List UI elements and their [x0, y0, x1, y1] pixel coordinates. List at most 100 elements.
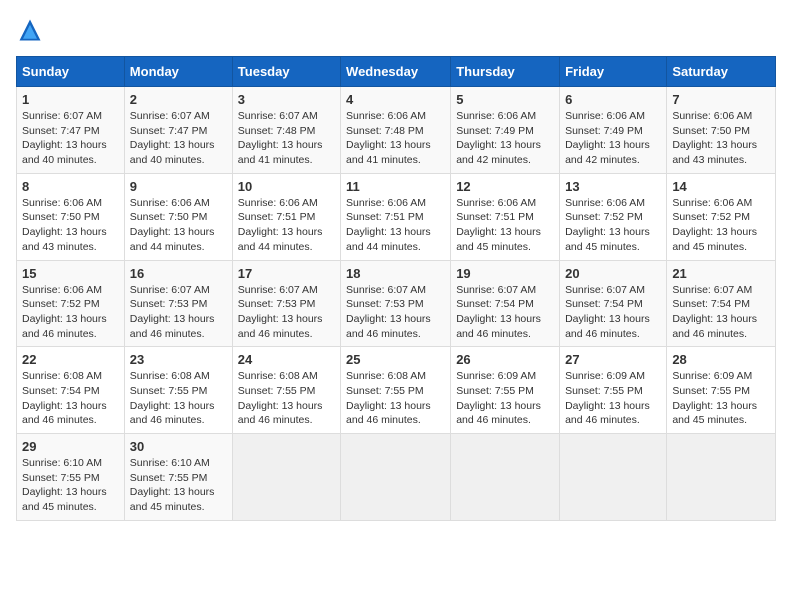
day-info: Sunrise: 6:07 AMSunset: 7:47 PMDaylight:…	[22, 110, 107, 166]
day-number: 19	[456, 266, 554, 281]
day-number: 4	[346, 92, 445, 107]
day-info: Sunrise: 6:08 AMSunset: 7:55 PMDaylight:…	[238, 370, 323, 426]
day-info: Sunrise: 6:09 AMSunset: 7:55 PMDaylight:…	[456, 370, 541, 426]
day-cell-26: 26Sunrise: 6:09 AMSunset: 7:55 PMDayligh…	[451, 347, 560, 434]
day-cell-6: 6 Sunrise: 6:06 AMSunset: 7:49 PMDaylight…	[560, 87, 667, 174]
header-wednesday: Wednesday	[341, 57, 451, 87]
day-number: 28	[672, 352, 770, 367]
day-number: 2	[130, 92, 227, 107]
day-info: Sunrise: 6:06 AMSunset: 7:52 PMDaylight:…	[565, 197, 650, 253]
day-info: Sunrise: 6:07 AMSunset: 7:48 PMDaylight:…	[238, 110, 323, 166]
day-info: Sunrise: 6:06 AMSunset: 7:49 PMDaylight:…	[565, 110, 650, 166]
day-info: Sunrise: 6:06 AMSunset: 7:50 PMDaylight:…	[22, 197, 107, 253]
day-number: 16	[130, 266, 227, 281]
day-cell-19: 19 Sunrise: 6:07 AMSunset: 7:54 PMDayligh…	[451, 260, 560, 347]
day-cell-11: 11Sunrise: 6:06 AMSunset: 7:51 PMDayligh…	[341, 173, 451, 260]
header-friday: Friday	[560, 57, 667, 87]
day-cell-22: 22Sunrise: 6:08 AMSunset: 7:54 PMDayligh…	[17, 347, 125, 434]
week-row-5: 29 Sunrise: 6:10 AMSunset: 7:55 PMDayligh…	[17, 434, 776, 521]
empty-cell	[667, 434, 776, 521]
day-info: Sunrise: 6:06 AMSunset: 7:49 PMDaylight:…	[456, 110, 541, 166]
day-number: 22	[22, 352, 119, 367]
day-number: 30	[130, 439, 227, 454]
header-thursday: Thursday	[451, 57, 560, 87]
day-number: 20	[565, 266, 661, 281]
header-saturday: Saturday	[667, 57, 776, 87]
day-info: Sunrise: 6:08 AMSunset: 7:55 PMDaylight:…	[130, 370, 215, 426]
day-number: 18	[346, 266, 445, 281]
logo-icon	[16, 16, 44, 44]
day-number: 1	[22, 92, 119, 107]
day-cell-27: 27 Sunrise: 6:09 AMSunset: 7:55 PMDayligh…	[560, 347, 667, 434]
week-row-3: 15 Sunrise: 6:06 AMSunset: 7:52 PMDayligh…	[17, 260, 776, 347]
header-monday: Monday	[124, 57, 232, 87]
day-number: 27	[565, 352, 661, 367]
week-row-2: 8 Sunrise: 6:06 AMSunset: 7:50 PMDaylight…	[17, 173, 776, 260]
calendar-body: 1 Sunrise: 6:07 AMSunset: 7:47 PMDaylight…	[17, 87, 776, 521]
day-info: Sunrise: 6:09 AMSunset: 7:55 PMDaylight:…	[565, 370, 650, 426]
calendar-table: SundayMondayTuesdayWednesdayThursdayFrid…	[16, 56, 776, 521]
day-number: 3	[238, 92, 335, 107]
day-number: 29	[22, 439, 119, 454]
day-cell-9: 9 Sunrise: 6:06 AMSunset: 7:50 PMDaylight…	[124, 173, 232, 260]
day-info: Sunrise: 6:07 AMSunset: 7:53 PMDaylight:…	[130, 284, 215, 340]
day-number: 17	[238, 266, 335, 281]
day-number: 15	[22, 266, 119, 281]
day-info: Sunrise: 6:06 AMSunset: 7:52 PMDaylight:…	[22, 284, 107, 340]
day-number: 9	[130, 179, 227, 194]
day-number: 13	[565, 179, 661, 194]
day-number: 7	[672, 92, 770, 107]
day-number: 14	[672, 179, 770, 194]
day-info: Sunrise: 6:10 AMSunset: 7:55 PMDaylight:…	[130, 457, 215, 513]
day-cell-8: 8 Sunrise: 6:06 AMSunset: 7:50 PMDaylight…	[17, 173, 125, 260]
day-info: Sunrise: 6:09 AMSunset: 7:55 PMDaylight:…	[672, 370, 757, 426]
empty-cell	[451, 434, 560, 521]
day-info: Sunrise: 6:06 AMSunset: 7:51 PMDaylight:…	[456, 197, 541, 253]
day-cell-21: 21 Sunrise: 6:07 AMSunset: 7:54 PMDayligh…	[667, 260, 776, 347]
week-row-4: 22Sunrise: 6:08 AMSunset: 7:54 PMDayligh…	[17, 347, 776, 434]
calendar-header: SundayMondayTuesdayWednesdayThursdayFrid…	[17, 57, 776, 87]
day-info: Sunrise: 6:06 AMSunset: 7:52 PMDaylight:…	[672, 197, 757, 253]
day-info: Sunrise: 6:07 AMSunset: 7:47 PMDaylight:…	[130, 110, 215, 166]
day-cell-12: 12 Sunrise: 6:06 AMSunset: 7:51 PMDayligh…	[451, 173, 560, 260]
header-row: SundayMondayTuesdayWednesdayThursdayFrid…	[17, 57, 776, 87]
day-cell-4: 4Sunrise: 6:06 AMSunset: 7:48 PMDaylight…	[341, 87, 451, 174]
day-info: Sunrise: 6:07 AMSunset: 7:53 PMDaylight:…	[238, 284, 323, 340]
day-cell-28: 28 Sunrise: 6:09 AMSunset: 7:55 PMDayligh…	[667, 347, 776, 434]
day-cell-14: 14 Sunrise: 6:06 AMSunset: 7:52 PMDayligh…	[667, 173, 776, 260]
day-info: Sunrise: 6:08 AMSunset: 7:55 PMDaylight:…	[346, 370, 431, 426]
day-cell-5: 5Sunrise: 6:06 AMSunset: 7:49 PMDaylight…	[451, 87, 560, 174]
day-cell-2: 2 Sunrise: 6:07 AMSunset: 7:47 PMDaylight…	[124, 87, 232, 174]
day-cell-7: 7 Sunrise: 6:06 AMSunset: 7:50 PMDaylight…	[667, 87, 776, 174]
day-cell-10: 10Sunrise: 6:06 AMSunset: 7:51 PMDayligh…	[232, 173, 340, 260]
day-cell-3: 3 Sunrise: 6:07 AMSunset: 7:48 PMDaylight…	[232, 87, 340, 174]
day-info: Sunrise: 6:06 AMSunset: 7:50 PMDaylight:…	[672, 110, 757, 166]
day-info: Sunrise: 6:06 AMSunset: 7:51 PMDaylight:…	[238, 197, 323, 253]
day-info: Sunrise: 6:07 AMSunset: 7:54 PMDaylight:…	[456, 284, 541, 340]
day-cell-17: 17 Sunrise: 6:07 AMSunset: 7:53 PMDayligh…	[232, 260, 340, 347]
day-cell-20: 20 Sunrise: 6:07 AMSunset: 7:54 PMDayligh…	[560, 260, 667, 347]
day-cell-29: 29 Sunrise: 6:10 AMSunset: 7:55 PMDayligh…	[17, 434, 125, 521]
day-info: Sunrise: 6:06 AMSunset: 7:50 PMDaylight:…	[130, 197, 215, 253]
day-number: 21	[672, 266, 770, 281]
week-row-1: 1 Sunrise: 6:07 AMSunset: 7:47 PMDaylight…	[17, 87, 776, 174]
day-cell-1: 1 Sunrise: 6:07 AMSunset: 7:47 PMDaylight…	[17, 87, 125, 174]
day-cell-25: 25 Sunrise: 6:08 AMSunset: 7:55 PMDayligh…	[341, 347, 451, 434]
day-cell-13: 13 Sunrise: 6:06 AMSunset: 7:52 PMDayligh…	[560, 173, 667, 260]
day-number: 6	[565, 92, 661, 107]
header-sunday: Sunday	[17, 57, 125, 87]
day-cell-24: 24 Sunrise: 6:08 AMSunset: 7:55 PMDayligh…	[232, 347, 340, 434]
day-number: 24	[238, 352, 335, 367]
day-number: 8	[22, 179, 119, 194]
day-number: 12	[456, 179, 554, 194]
day-info: Sunrise: 6:07 AMSunset: 7:54 PMDaylight:…	[672, 284, 757, 340]
empty-cell	[341, 434, 451, 521]
day-info: Sunrise: 6:07 AMSunset: 7:54 PMDaylight:…	[565, 284, 650, 340]
day-number: 25	[346, 352, 445, 367]
day-info: Sunrise: 6:10 AMSunset: 7:55 PMDaylight:…	[22, 457, 107, 513]
header-tuesday: Tuesday	[232, 57, 340, 87]
day-info: Sunrise: 6:07 AMSunset: 7:53 PMDaylight:…	[346, 284, 431, 340]
logo	[16, 16, 48, 44]
empty-cell	[560, 434, 667, 521]
day-cell-23: 23Sunrise: 6:08 AMSunset: 7:55 PMDayligh…	[124, 347, 232, 434]
